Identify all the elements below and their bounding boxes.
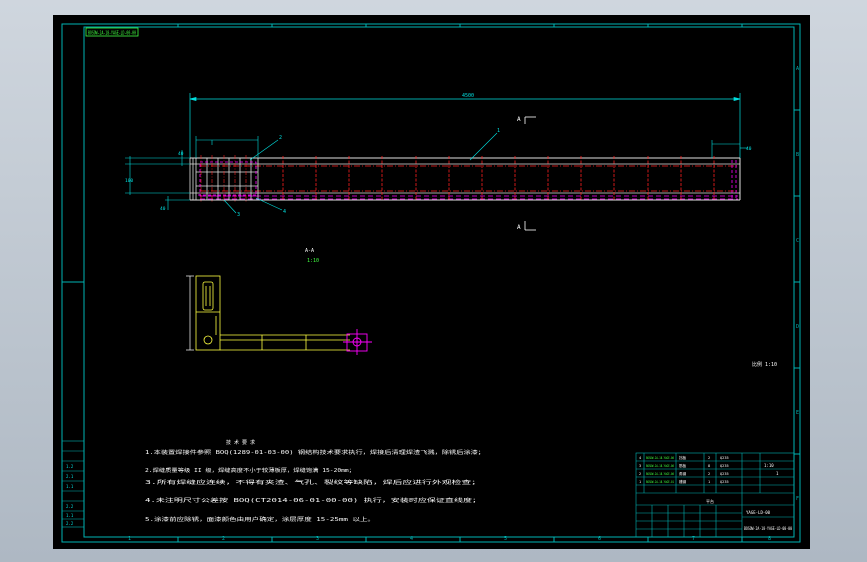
svg-text:Q235: Q235 <box>720 456 729 460</box>
note-line-4: 4.未注明尺寸公差按 BOQ(CT2014-06-01-00-00) 执行，安装… <box>145 497 481 504</box>
svg-text:2.1: 2.1 <box>66 474 74 479</box>
svg-text:3: 3 <box>316 536 319 542</box>
note-line-1: 1.本装置焊接件参照 BOQ(1289-01-03-00) 钢结构技术要求执行，… <box>145 449 485 456</box>
drawing-name: YAGE-LD-00 <box>746 510 771 515</box>
svg-text:2: 2 <box>639 472 641 476</box>
svg-text:D: D <box>796 324 799 330</box>
svg-text:Q235: Q235 <box>720 464 729 468</box>
svg-text:E: E <box>796 410 799 416</box>
svg-text:A: A <box>796 66 799 72</box>
section-view-scale: 1:10 <box>307 258 319 264</box>
svg-text:2: 2 <box>708 456 710 460</box>
svg-text:4: 4 <box>283 209 286 215</box>
title-scale: 1:10 <box>764 463 774 468</box>
svg-text:1.1: 1.1 <box>66 513 74 518</box>
svg-text:B: B <box>796 152 799 158</box>
svg-text:100: 100 <box>125 178 133 184</box>
svg-text:BOSOW-2A-18-YAGE-00: BOSOW-2A-18-YAGE-00 <box>646 472 674 476</box>
svg-text:1: 1 <box>128 536 131 542</box>
svg-text:2: 2 <box>279 135 282 141</box>
svg-text:BOSOW-2A-18-YAGE-00: BOSOW-2A-18-YAGE-00 <box>646 464 674 468</box>
title-tag: BOSOW-2A-18-YAGE-LD-00-00 <box>88 31 136 37</box>
cad-viewport[interactable]: 1 2 3 4 5 6 7 8 A B C D E F BOSOW-2A-18-… <box>0 0 867 562</box>
notes-heading: 技 术 要 求 <box>226 439 255 446</box>
svg-text:1: 1 <box>708 480 710 484</box>
svg-text:40: 40 <box>178 151 184 157</box>
svg-text:角钢: 角钢 <box>679 471 687 476</box>
svg-text:槽钢: 槽钢 <box>679 479 687 484</box>
svg-text:2: 2 <box>222 536 225 542</box>
svg-text:4: 4 <box>639 456 641 460</box>
svg-text:8: 8 <box>708 464 710 468</box>
section-view-label: A-A <box>305 248 314 254</box>
svg-text:1.1: 1.1 <box>66 484 74 489</box>
svg-text:筋板: 筋板 <box>679 463 687 468</box>
note-line-5: 5.涂漆前应除锈，面漆颜色由用户确定，涂层厚度 15-25mm 以上。 <box>145 516 375 523</box>
svg-text:2: 2 <box>708 472 710 476</box>
drawing-number: BOSOW-2A-18-YAGE-LD-00-00 <box>744 526 792 531</box>
svg-text:F: F <box>796 496 799 502</box>
svg-text:1: 1 <box>497 128 500 134</box>
svg-text:Q235: Q235 <box>720 480 729 484</box>
svg-text:40: 40 <box>746 146 752 152</box>
svg-text:BOSOW-2A-18-YAGE-00: BOSOW-2A-18-YAGE-00 <box>646 456 674 460</box>
note-line-3: 3.所有焊缝应连续，不得有夹渣、气孔、裂纹等缺陷，焊后应进行外观检查； <box>145 479 481 486</box>
section-label-bottom: A <box>517 224 521 231</box>
svg-text:3: 3 <box>237 212 240 218</box>
section-label-top: A <box>517 116 521 123</box>
svg-text:1.2: 1.2 <box>66 464 74 469</box>
svg-text:2.2: 2.2 <box>66 521 74 526</box>
svg-text:5: 5 <box>504 536 507 542</box>
svg-text:C: C <box>796 238 799 244</box>
overall-dimension-value: 4500 <box>462 93 474 99</box>
svg-text:3: 3 <box>639 464 641 468</box>
svg-text:2.2: 2.2 <box>66 504 74 509</box>
project-name: 平台 <box>706 498 714 504</box>
svg-text:40: 40 <box>160 206 166 212</box>
scale-note: 比例 1:10 <box>752 361 777 368</box>
note-line-2: 2.焊缝质量等级 II 级，焊缝高度不小于较薄板厚，焊缝饱满 15-20mm； <box>145 467 355 474</box>
svg-text:BOSOW-2A-18-YAGE-01: BOSOW-2A-18-YAGE-01 <box>646 480 674 484</box>
svg-text:6: 6 <box>598 536 601 542</box>
svg-text:Q235: Q235 <box>720 472 729 476</box>
svg-text:挡板: 挡板 <box>679 455 687 460</box>
svg-text:4: 4 <box>410 536 413 542</box>
svg-text:1: 1 <box>639 480 641 484</box>
